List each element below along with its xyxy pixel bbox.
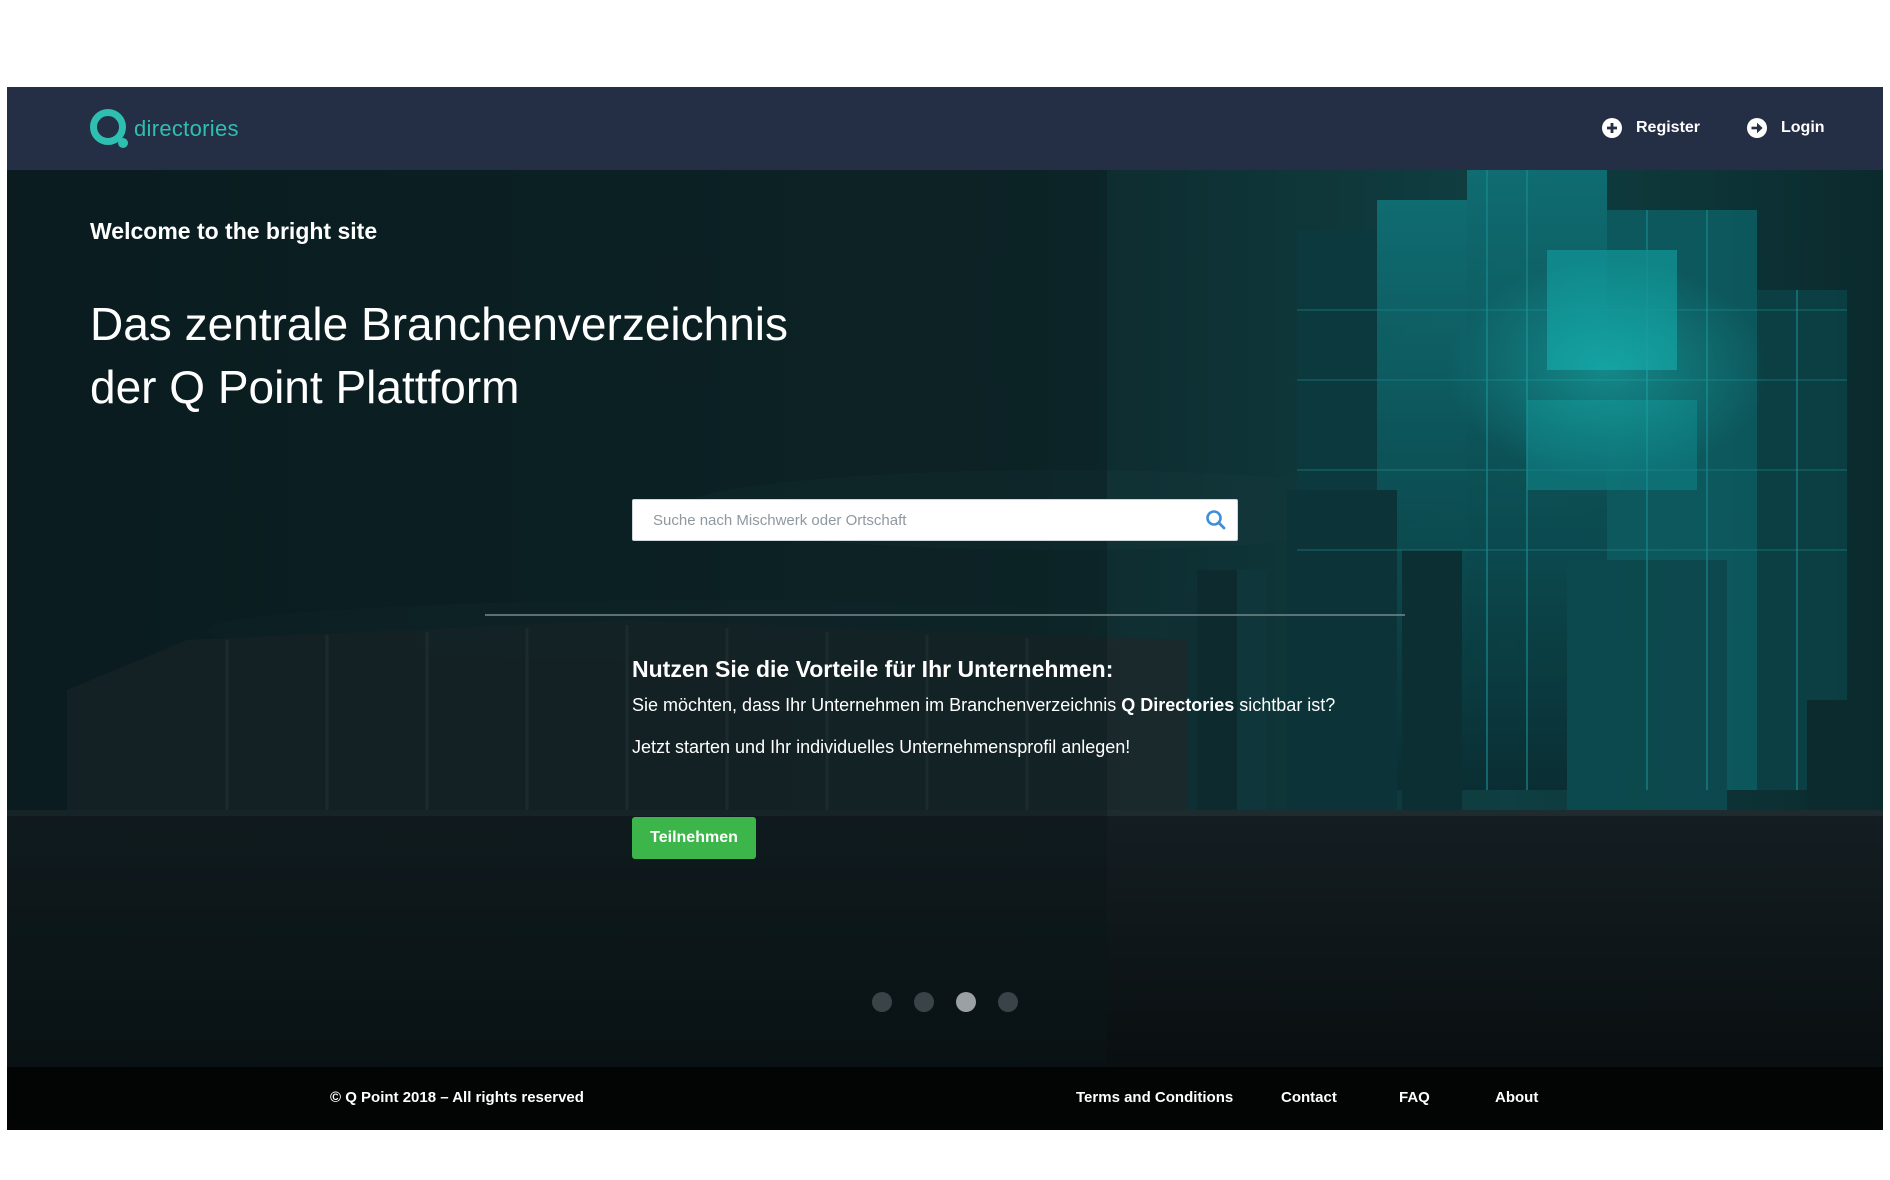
register-label: Register: [1636, 119, 1701, 136]
logo-text: directories: [134, 116, 239, 141]
carousel-dot[interactable]: [998, 992, 1018, 1012]
top-navbar: directories Register Login: [7, 87, 1883, 170]
carousel-dot[interactable]: [914, 992, 934, 1012]
promo-text-cta: Jetzt starten und Ihr individuelles Unte…: [632, 737, 1131, 757]
carousel-dot[interactable]: [872, 992, 892, 1012]
search-icon[interactable]: [1205, 509, 1227, 531]
promo-brand-name: Q Directories: [1121, 695, 1235, 715]
section-divider: [485, 614, 1405, 616]
hero-section: Welcome to the bright site Das zentrale …: [7, 170, 1883, 1067]
copyright-text: © Q Point 2018 – All rights reserved: [330, 1089, 584, 1106]
page-headline: Das zentrale Branchenverzeichnis der Q P…: [90, 293, 990, 419]
arrow-right-circle-icon: [1747, 118, 1767, 138]
promo-text-visibility: Sie möchten, dass Ihr Unternehmen im Bra…: [632, 693, 1335, 717]
welcome-text: Welcome to the bright site: [90, 218, 378, 244]
participate-button[interactable]: Teilnehmen: [632, 817, 756, 859]
register-link[interactable]: Register: [1602, 113, 1700, 143]
footer: © Q Point 2018 – All rights reserved Ter…: [7, 1067, 1883, 1130]
about-link[interactable]: About: [1495, 1089, 1538, 1106]
headline-line-1: Das zentrale Branchenverzeichnis: [90, 298, 789, 350]
promo-section: Nutzen Sie die Vorteile für Ihr Unterneh…: [632, 654, 1532, 757]
promo-text-suffix: sichtbar ist?: [1234, 695, 1336, 715]
logo[interactable]: directories: [89, 107, 239, 151]
login-link[interactable]: Login: [1747, 113, 1825, 143]
headline-line-2: der Q Point Plattform: [90, 361, 520, 413]
promo-text-prefix: Sie möchten, dass Ihr Unternehmen im Bra…: [632, 695, 1122, 715]
carousel-indicators: [872, 992, 1040, 1012]
search-box: [632, 499, 1238, 541]
faq-link[interactable]: FAQ: [1399, 1089, 1430, 1106]
plus-circle-icon: [1602, 118, 1622, 138]
search-input[interactable]: [633, 500, 1193, 540]
contact-link[interactable]: Contact: [1281, 1089, 1337, 1106]
terms-link[interactable]: Terms and Conditions: [1076, 1089, 1233, 1106]
login-label: Login: [1781, 119, 1825, 136]
page-frame: directories Register Login Welcome to th…: [7, 87, 1883, 1130]
carousel-dot[interactable]: [956, 992, 976, 1012]
q-logo-icon: [90, 109, 128, 148]
promo-heading: Nutzen Sie die Vorteile für Ihr Unterneh…: [632, 656, 1114, 682]
